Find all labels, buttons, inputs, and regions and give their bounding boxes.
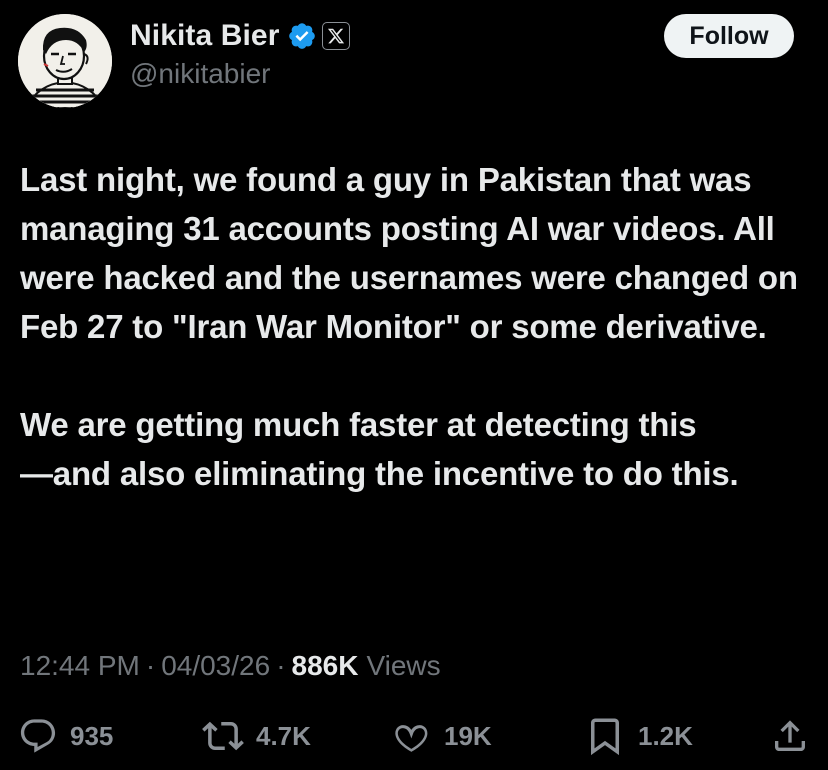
name-row: Nikita Bier: [130, 16, 350, 56]
tweet-text: Last night, we found a guy in Pakistan t…: [20, 155, 810, 498]
repost-arrows-icon: [202, 721, 244, 751]
repost-count: 4.7K: [256, 720, 311, 751]
display-name[interactable]: Nikita Bier: [130, 19, 280, 53]
reply-button[interactable]: 935: [18, 712, 113, 760]
meta-separator: ·: [276, 650, 286, 681]
views-count[interactable]: 886K: [292, 650, 359, 682]
follow-button[interactable]: Follow: [664, 14, 794, 58]
views-label: Views: [366, 650, 441, 681]
repost-button[interactable]: 4.7K: [202, 712, 311, 760]
heart-icon: [395, 725, 428, 752]
share-button[interactable]: [770, 712, 810, 760]
tweet-paragraph-1: Last night, we found a guy in Pakistan t…: [20, 161, 798, 345]
speech-bubble-icon: [20, 719, 56, 753]
share-upload-icon: [775, 720, 805, 751]
x-logo-icon[interactable]: [321, 22, 350, 50]
bookmark-icon: [591, 718, 619, 756]
tweet-meta: 12:44 PM · 04/03/26 · 886K Views: [20, 646, 441, 686]
tweet-time[interactable]: 12:44 PM: [20, 650, 140, 682]
tweet-paragraph-2: We are getting much faster at detecting …: [20, 406, 739, 492]
tweet-date[interactable]: 04/03/26: [161, 650, 270, 682]
avatar-illustration: [18, 14, 112, 108]
author-info: Nikita Bier @nikitabier: [130, 16, 350, 90]
tweet-actions: 935 4.7K 19K 1.2K: [18, 712, 814, 760]
reply-count: 935: [70, 720, 114, 751]
tweet-header: Nikita Bier @nikitabier Follow: [18, 14, 810, 108]
author-handle[interactable]: @nikitabier: [130, 58, 350, 90]
like-button[interactable]: 19K: [392, 712, 492, 760]
verified-badge-icon[interactable]: [287, 21, 317, 51]
avatar[interactable]: [18, 14, 112, 108]
tweet-card: Nikita Bier @nikitabier Follow Last nigh…: [0, 0, 828, 770]
bookmark-button[interactable]: 1.2K: [584, 712, 693, 760]
bookmark-count: 1.2K: [638, 720, 693, 751]
meta-separator: ·: [145, 650, 156, 681]
like-count: 19K: [444, 720, 492, 751]
